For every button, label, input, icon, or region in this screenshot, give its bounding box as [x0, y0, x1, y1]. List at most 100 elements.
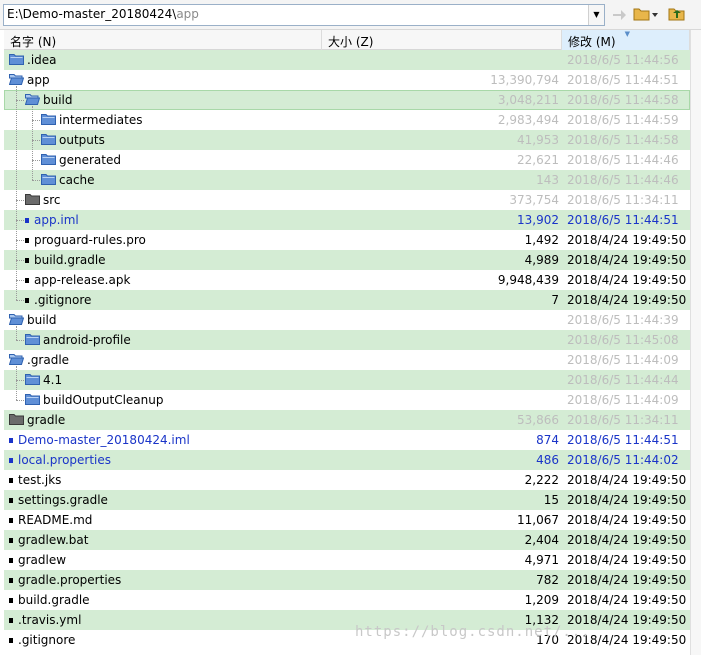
folder-open-icon [9, 73, 27, 87]
file-row[interactable]: gradlew 4,971 2018/4/24 19:49:50 [4, 550, 690, 570]
entry-name: gradlew [9, 553, 66, 567]
folder-row[interactable]: generated 22,621 2018/6/5 11:44:46 [4, 150, 690, 170]
file-row[interactable]: app-release.apk 9,948,439 2018/4/24 19:49:… [4, 270, 690, 290]
tree-guide-line [16, 380, 24, 381]
file-row[interactable]: local.properties 486 2018/6/5 11:44:02 [4, 450, 690, 470]
entry-name-label: build [27, 313, 57, 327]
folder-icon [25, 393, 43, 407]
file-icon [9, 438, 13, 443]
entry-name-label: android-profile [43, 333, 131, 347]
file-row[interactable]: gradle.properties 782 2018/4/24 19:49:50 [4, 570, 690, 590]
entry-name: 4.1 [25, 373, 62, 387]
column-size-header[interactable]: 大小 (Z) [322, 30, 562, 50]
folder-row[interactable]: build 2018/6/5 11:44:39 [4, 310, 690, 330]
folder-row[interactable]: intermediates 2,983,494 2018/6/5 11:44:59 [4, 110, 690, 130]
entry-name-label: build.gradle [18, 593, 90, 607]
folder-row[interactable]: src 373,754 2018/6/5 11:34:11 [4, 190, 690, 210]
file-row[interactable]: README.md 11,067 2018/4/24 19:49:50 [4, 510, 690, 530]
file-row[interactable]: build.gradle 1,209 2018/4/24 19:49:50 [4, 590, 690, 610]
tree-guide-line [32, 120, 40, 121]
column-name-header[interactable]: 名字 (N) [4, 30, 322, 50]
folder-row[interactable]: .gradle 2018/6/5 11:44:09 [4, 350, 690, 370]
folder-icon [25, 193, 43, 207]
folder-row[interactable]: build 3,048,211 2018/6/5 11:44:58 [4, 90, 690, 110]
folder-up-icon[interactable] [668, 5, 686, 26]
file-row[interactable]: app.iml 13,902 2018/6/5 11:44:51 [4, 210, 690, 230]
tree-guide-line [32, 106, 33, 180]
entry-size: 874 [536, 433, 559, 447]
entry-name: outputs [41, 133, 105, 147]
entry-name: app.iml [25, 213, 79, 227]
entry-name-label: local.properties [18, 453, 112, 467]
entry-modified: 2018/6/5 11:45:08 [567, 333, 679, 347]
entry-name-label: .gradle [27, 353, 70, 367]
tree-guide-line [16, 326, 17, 340]
folder-row[interactable]: buildOutputCleanup 2018/6/5 11:44:09 [4, 390, 690, 410]
file-icon [25, 258, 29, 263]
entry-name: gradle [9, 413, 65, 427]
file-icon [9, 498, 13, 503]
entry-modified: 2018/4/24 19:49:50 [567, 253, 687, 267]
folder-row[interactable]: android-profile 2018/6/5 11:45:08 [4, 330, 690, 350]
folder-icon [41, 133, 59, 147]
path-input[interactable]: E:\Demo-master_20180424\app ▼ [3, 4, 605, 26]
file-row[interactable]: Demo-master_20180424.iml 874 2018/6/5 11:4… [4, 430, 690, 450]
entry-name-label: generated [59, 153, 121, 167]
entry-name-label: intermediates [59, 113, 143, 127]
entry-size: 486 [536, 453, 559, 467]
entry-name: .gradle [9, 353, 69, 367]
folder-row[interactable]: app 13,390,794 2018/6/5 11:44:51 [4, 70, 690, 90]
entry-modified: 2018/6/5 11:44:51 [567, 73, 679, 87]
entry-name-label: app-release.apk [34, 273, 131, 287]
go-arrow-icon[interactable] [610, 5, 628, 26]
file-row[interactable]: gradlew.bat 2,404 2018/4/24 19:49:50 [4, 530, 690, 550]
file-row[interactable]: build.gradle 4,989 2018/4/24 19:49:50 [4, 250, 690, 270]
folder-icon [41, 173, 59, 187]
entry-name-label: buildOutputCleanup [43, 393, 164, 407]
entry-size: 7 [551, 293, 559, 307]
entry-name-label: app [27, 73, 50, 87]
folder-icon [41, 113, 59, 127]
folder-menu-icon[interactable] [633, 5, 659, 26]
file-icon [25, 218, 29, 223]
file-row[interactable]: proguard-rules.pro 1,492 2018/4/24 19:49:5… [4, 230, 690, 250]
folder-row[interactable]: 4.1 2018/6/5 11:44:44 [4, 370, 690, 390]
tree-guide-line [16, 100, 24, 101]
entry-name-label: README.md [18, 513, 93, 527]
entry-name-label: Demo-master_20180424.iml [18, 433, 190, 447]
entry-modified: 2018/6/5 11:44:51 [567, 433, 679, 447]
folder-row[interactable]: cache 143 2018/6/5 11:44:46 [4, 170, 690, 190]
folder-icon [25, 373, 43, 387]
entry-name: android-profile [25, 333, 131, 347]
tree-guide-line [16, 400, 24, 401]
tree-guide-line [16, 200, 24, 201]
tree-guide-line [32, 140, 40, 141]
entry-name: settings.gradle [9, 493, 108, 507]
entry-name: cache [41, 173, 95, 187]
watermark-text: https://blog.csdn.net/... [355, 624, 591, 640]
entry-size: 2,983,494 [497, 113, 559, 127]
entry-modified: 2018/4/24 19:49:50 [567, 273, 687, 287]
folder-open-icon [9, 353, 27, 367]
file-row[interactable]: test.jks 2,222 2018/4/24 19:49:50 [4, 470, 690, 490]
file-row[interactable]: .gitignore 7 2018/4/24 19:49:50 [4, 290, 690, 310]
file-icon [9, 558, 13, 563]
entry-name-label: gradlew.bat [18, 533, 89, 547]
tree-guide-line [16, 240, 24, 241]
folder-row[interactable]: gradle 53,866 2018/6/5 11:34:11 [4, 410, 690, 430]
path-dropdown-button[interactable]: ▼ [588, 5, 604, 25]
tree-guide-line [32, 180, 40, 181]
folder-row[interactable]: .idea 2018/6/5 11:44:56 [4, 50, 690, 70]
entry-name: README.md [9, 513, 92, 527]
entry-name: generated [41, 153, 121, 167]
vertical-scrollbar[interactable] [690, 30, 701, 655]
entry-name-label: build.gradle [34, 253, 106, 267]
entry-modified: 2018/4/24 19:49:50 [567, 233, 687, 247]
folder-row[interactable]: outputs 41,953 2018/6/5 11:44:58 [4, 130, 690, 150]
entry-modified: 2018/6/5 11:44:56 [567, 53, 679, 67]
entry-modified: 2018/4/24 19:49:50 [567, 293, 687, 307]
file-row[interactable]: settings.gradle 15 2018/4/24 19:49:50 [4, 490, 690, 510]
file-icon [9, 578, 13, 583]
entry-modified: 2018/6/5 11:44:02 [567, 453, 679, 467]
tree-guide-line [16, 220, 24, 221]
